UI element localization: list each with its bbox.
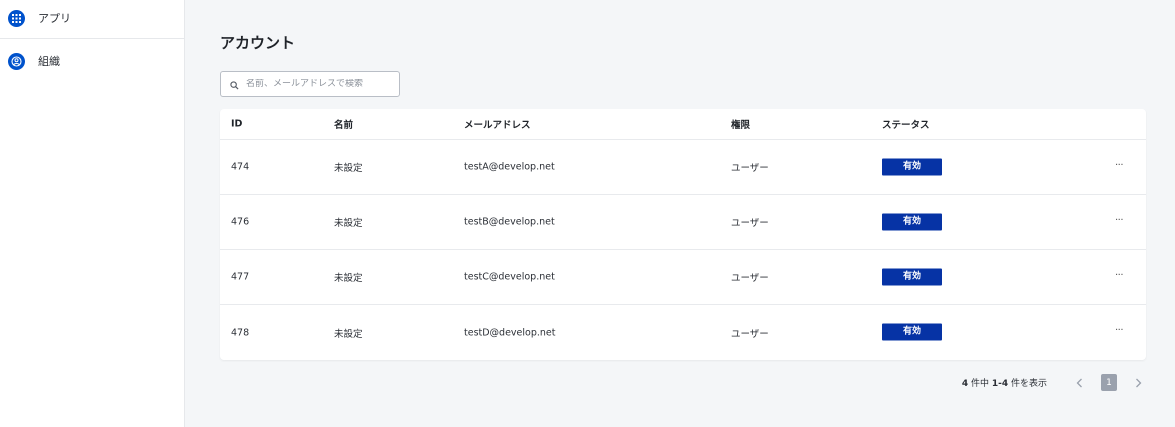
pagination-text-mid: 件中	[970, 379, 989, 389]
row-menu-button[interactable]: ···	[1115, 160, 1124, 171]
cell-role: ユーザー	[731, 328, 769, 340]
search-input[interactable]	[246, 79, 396, 89]
table-row[interactable]: 474 未設定 testA@develop.net ユーザー 有効 ···	[220, 140, 1146, 195]
apps-grid-icon	[8, 9, 25, 27]
chevron-left-icon	[1076, 378, 1082, 387]
pagination-summary: 4 件中 1-4 件を表示	[962, 376, 1047, 389]
cell-id: 476	[231, 216, 250, 228]
cell-status: 有効	[882, 158, 942, 176]
table-header-row: ID 名前 メールアドレス 権限 ステータス	[220, 109, 1146, 140]
column-header-role[interactable]: 権限	[731, 117, 750, 131]
pagination-total: 4	[961, 379, 969, 389]
page-number-current[interactable]: 1	[1101, 374, 1117, 391]
cell-name: 未設定	[334, 218, 363, 229]
pagination: 4 件中 1-4 件を表示 1	[962, 374, 1146, 391]
sidebar-item-apps[interactable]: アプリ	[0, 0, 184, 39]
cell-name: 未設定	[334, 163, 363, 174]
cell-email: testB@develop.net	[464, 216, 555, 228]
row-menu-button[interactable]: ···	[1115, 215, 1124, 226]
chevron-right-icon	[1135, 378, 1141, 387]
column-header-status[interactable]: ステータス	[882, 117, 930, 131]
row-menu-button[interactable]: ···	[1115, 325, 1124, 336]
cell-id: 474	[231, 161, 250, 173]
search-icon	[230, 75, 239, 94]
sidebar-item-organization[interactable]: 組織	[0, 41, 184, 81]
column-header-id[interactable]: ID	[231, 119, 242, 130]
search-box[interactable]	[220, 71, 400, 97]
status-badge: 有効	[882, 323, 942, 341]
cell-id: 477	[231, 271, 250, 283]
column-header-email[interactable]: メールアドレス	[464, 117, 531, 131]
row-menu-button[interactable]: ···	[1115, 270, 1124, 281]
cell-role: ユーザー	[731, 273, 769, 284]
cell-id: 478	[231, 327, 250, 338]
cell-email: testA@develop.net	[464, 161, 555, 173]
pagination-text-end: 件を表示	[1010, 379, 1047, 389]
cell-status: 有効	[882, 323, 942, 341]
status-badge: 有効	[882, 213, 942, 231]
cell-status: 有効	[882, 268, 942, 286]
cell-name: 未設定	[334, 273, 363, 284]
sidebar-item-label: アプリ	[38, 12, 71, 25]
app-root: アプリ 組織 アカウント 名前、メールアドレスで検索 ID 名前 メールアドレス…	[0, 0, 1175, 427]
cell-role: ユーザー	[731, 218, 769, 229]
sidebar-item-label: 組織	[38, 55, 60, 68]
next-page-button[interactable]	[1130, 375, 1146, 391]
pagination-range: 1-4	[991, 379, 1009, 389]
table-row[interactable]: 476 未設定 testB@develop.net ユーザー 有効 ···	[220, 195, 1146, 250]
cell-email: testC@develop.net	[464, 271, 555, 283]
page-title: アカウント	[220, 34, 296, 52]
previous-page-button[interactable]	[1071, 375, 1087, 391]
cell-status: 有効	[882, 213, 942, 231]
status-badge: 有効	[882, 158, 942, 176]
accounts-table: ID 名前 メールアドレス 権限 ステータス 474 未設定 testA@dev…	[220, 109, 1146, 360]
column-header-name[interactable]: 名前	[334, 117, 353, 131]
status-badge: 有効	[882, 268, 942, 286]
cell-name: 未設定	[334, 328, 363, 340]
cell-role: ユーザー	[731, 163, 769, 174]
table-row[interactable]: 477 未設定 testC@develop.net ユーザー 有効 ···	[220, 250, 1146, 305]
main-content: アカウント ID 名前 メールアドレス 権限 ステータス 474 未設定	[185, 0, 1175, 427]
table-row[interactable]: 478 未設定 testD@develop.net ユーザー 有効 ···	[220, 305, 1146, 360]
cell-email: testD@develop.net	[464, 327, 556, 338]
organization-icon	[8, 52, 25, 70]
sidebar: アプリ 組織	[0, 0, 185, 427]
